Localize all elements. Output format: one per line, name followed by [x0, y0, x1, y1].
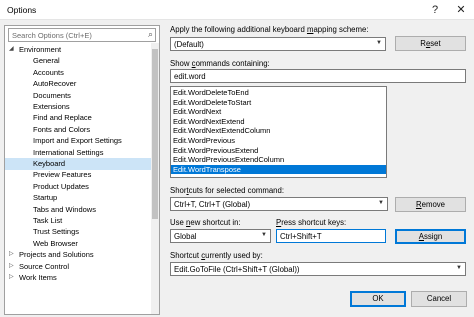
tree-item[interactable]: ◢ Environment [5, 44, 159, 56]
command-list-item[interactable]: Edit.WordTranspose [171, 164, 386, 175]
tree-item[interactable]: ▷ Projects and Solutions [5, 249, 159, 261]
tree-item[interactable]: Preview Features [5, 169, 159, 181]
show-commands-label: Show commands containing: [170, 59, 270, 68]
tree-item-label: Accounts [33, 67, 64, 77]
tree-item[interactable]: Trust Settings [5, 226, 159, 238]
tree-item-label: Source Control [19, 261, 70, 271]
shortcut-keys-value: Ctrl+Shift+T [280, 232, 322, 241]
tree-item[interactable]: General [5, 55, 159, 67]
shortcut-used-by-label: Shortcut currently used by: [170, 251, 263, 260]
chevron-down-icon: ▼ [378, 200, 384, 206]
shortcut-used-by-dropdown[interactable]: Edit.GoToFile (Ctrl+Shift+T (Global)) ▼ [170, 262, 466, 276]
tree-item-label: Projects and Solutions [19, 250, 94, 260]
tree-item-label: Startup [33, 193, 58, 203]
tree-item-label: Trust Settings [33, 227, 79, 237]
tree-item-label: Tabs and Windows [33, 204, 96, 214]
chevron-down-icon: ▼ [376, 40, 382, 46]
tree-item[interactable]: Task List [5, 215, 159, 227]
command-list-item[interactable]: Edit.WordNextExtendColumn [171, 126, 386, 136]
assign-button[interactable]: Assign [395, 229, 466, 244]
tree-item[interactable]: Documents [5, 90, 159, 102]
command-filter-input[interactable]: edit.word [170, 69, 466, 83]
tree-item[interactable]: Import and Export Settings [5, 135, 159, 147]
tree-item-label: Web Browser [33, 238, 78, 248]
tree-item[interactable]: Accounts [5, 67, 159, 79]
cancel-button[interactable]: Cancel [411, 291, 467, 307]
command-list-item[interactable]: Edit.WordDeleteToEnd [171, 88, 386, 98]
tree-scrollbar[interactable] [151, 43, 159, 314]
tree-item[interactable]: Find and Replace [5, 112, 159, 124]
tree-item-label: Keyboard [33, 159, 66, 168]
shortcuts-selected-label: Shortcuts for selected command: [170, 186, 284, 195]
chevron-down-icon: ▼ [261, 232, 267, 238]
help-button[interactable]: ? [427, 2, 443, 18]
expanded-arrow-icon[interactable]: ◢ [9, 45, 14, 52]
tree-item[interactable]: AutoRecover [5, 78, 159, 90]
tree-item-label: Extensions [33, 102, 70, 111]
shortcut-keys-input[interactable]: Ctrl+Shift+T [276, 229, 386, 243]
use-new-shortcut-label: Use new shortcut in: [170, 218, 241, 227]
tree-item[interactable]: Extensions [5, 101, 159, 113]
command-list-item[interactable]: Edit.WordPreviousExtend [171, 146, 386, 156]
collapsed-arrow-icon[interactable]: ▷ [9, 250, 14, 257]
collapsed-arrow-icon[interactable]: ▷ [9, 262, 14, 269]
tree-item-label: Find and Replace [33, 113, 92, 123]
tree-item[interactable]: Fonts and Colors [5, 124, 159, 136]
window-title: Options [7, 5, 37, 15]
tree-item-label: International Settings [33, 147, 104, 157]
tree-item[interactable]: Product Updates [5, 181, 159, 193]
mapping-scheme-value: (Default) [174, 40, 204, 49]
title-bar: Options ? ✕ [0, 0, 474, 20]
tree-item[interactable]: Web Browser [5, 238, 159, 250]
tree-scrollbar-thumb[interactable] [152, 49, 158, 219]
collapsed-arrow-icon[interactable]: ▷ [9, 273, 14, 280]
search-icon[interactable]: ⌕ [148, 29, 153, 40]
shortcut-scope-value: Global [174, 232, 197, 241]
tree-item-label: Work Items [19, 273, 57, 282]
command-list-item[interactable]: Edit.WordNext [171, 107, 386, 117]
tree-item-label: Fonts and Colors [33, 124, 91, 134]
tree-item-label: Product Updates [33, 181, 89, 191]
press-shortcut-label: Press shortcut keys: [276, 218, 347, 227]
shortcut-scope-dropdown[interactable]: Global ▼ [170, 229, 271, 243]
shortcuts-selected-dropdown[interactable]: Ctrl+T, Ctrl+T (Global) ▼ [170, 197, 388, 211]
tree-item-label: Task List [33, 216, 63, 225]
command-list-item[interactable]: Edit.WordDeleteToStart [171, 98, 386, 108]
close-button[interactable]: ✕ [453, 2, 469, 18]
tree-item-label: Import and Export Settings [33, 136, 122, 146]
mapping-scheme-dropdown[interactable]: (Default) ▼ [170, 37, 386, 51]
mapping-scheme-label: Apply the following additional keyboard … [170, 25, 369, 34]
command-list-item[interactable]: Edit.WordPrevious [171, 136, 386, 146]
search-placeholder: Search Options (Ctrl+E) [12, 31, 92, 40]
tree-item-label: Environment [19, 45, 62, 54]
tree-item[interactable]: Keyboard [5, 158, 159, 170]
remove-button[interactable]: Remove [395, 197, 466, 212]
shortcuts-selected-value: Ctrl+T, Ctrl+T (Global) [174, 200, 251, 209]
tree-item[interactable]: Startup [5, 192, 159, 204]
command-list-item[interactable]: Edit.WordNextExtend [171, 117, 386, 127]
options-tree-panel: Search Options (Ctrl+E) ⌕ ◢ Environment Ge… [4, 25, 160, 315]
command-list-item[interactable]: Edit.WordPreviousExtendColumn [171, 155, 386, 165]
ok-button[interactable]: OK [350, 291, 406, 307]
tree-item[interactable]: ▷ Source Control [5, 261, 159, 273]
command-filter-value: edit.word [174, 72, 206, 81]
search-input[interactable]: Search Options (Ctrl+E) ⌕ [8, 28, 156, 42]
tree-item-label: Preview Features [33, 170, 92, 180]
tree-item-label: AutoRecover [33, 79, 77, 89]
chevron-down-icon: ▼ [456, 265, 462, 271]
reset-button[interactable]: Reset [395, 36, 466, 51]
shortcut-used-by-value: Edit.GoToFile (Ctrl+Shift+T (Global)) [174, 265, 300, 274]
command-list[interactable]: Edit.WordDeleteToEnd Edit.WordDeleteToSta… [170, 86, 387, 178]
tree-item[interactable]: ▷ Work Items [5, 272, 159, 284]
tree-item-label: General [33, 56, 60, 66]
tree-item[interactable]: Tabs and Windows [5, 204, 159, 216]
tree-item-label: Documents [33, 90, 71, 100]
tree-item[interactable]: International Settings [5, 147, 159, 159]
